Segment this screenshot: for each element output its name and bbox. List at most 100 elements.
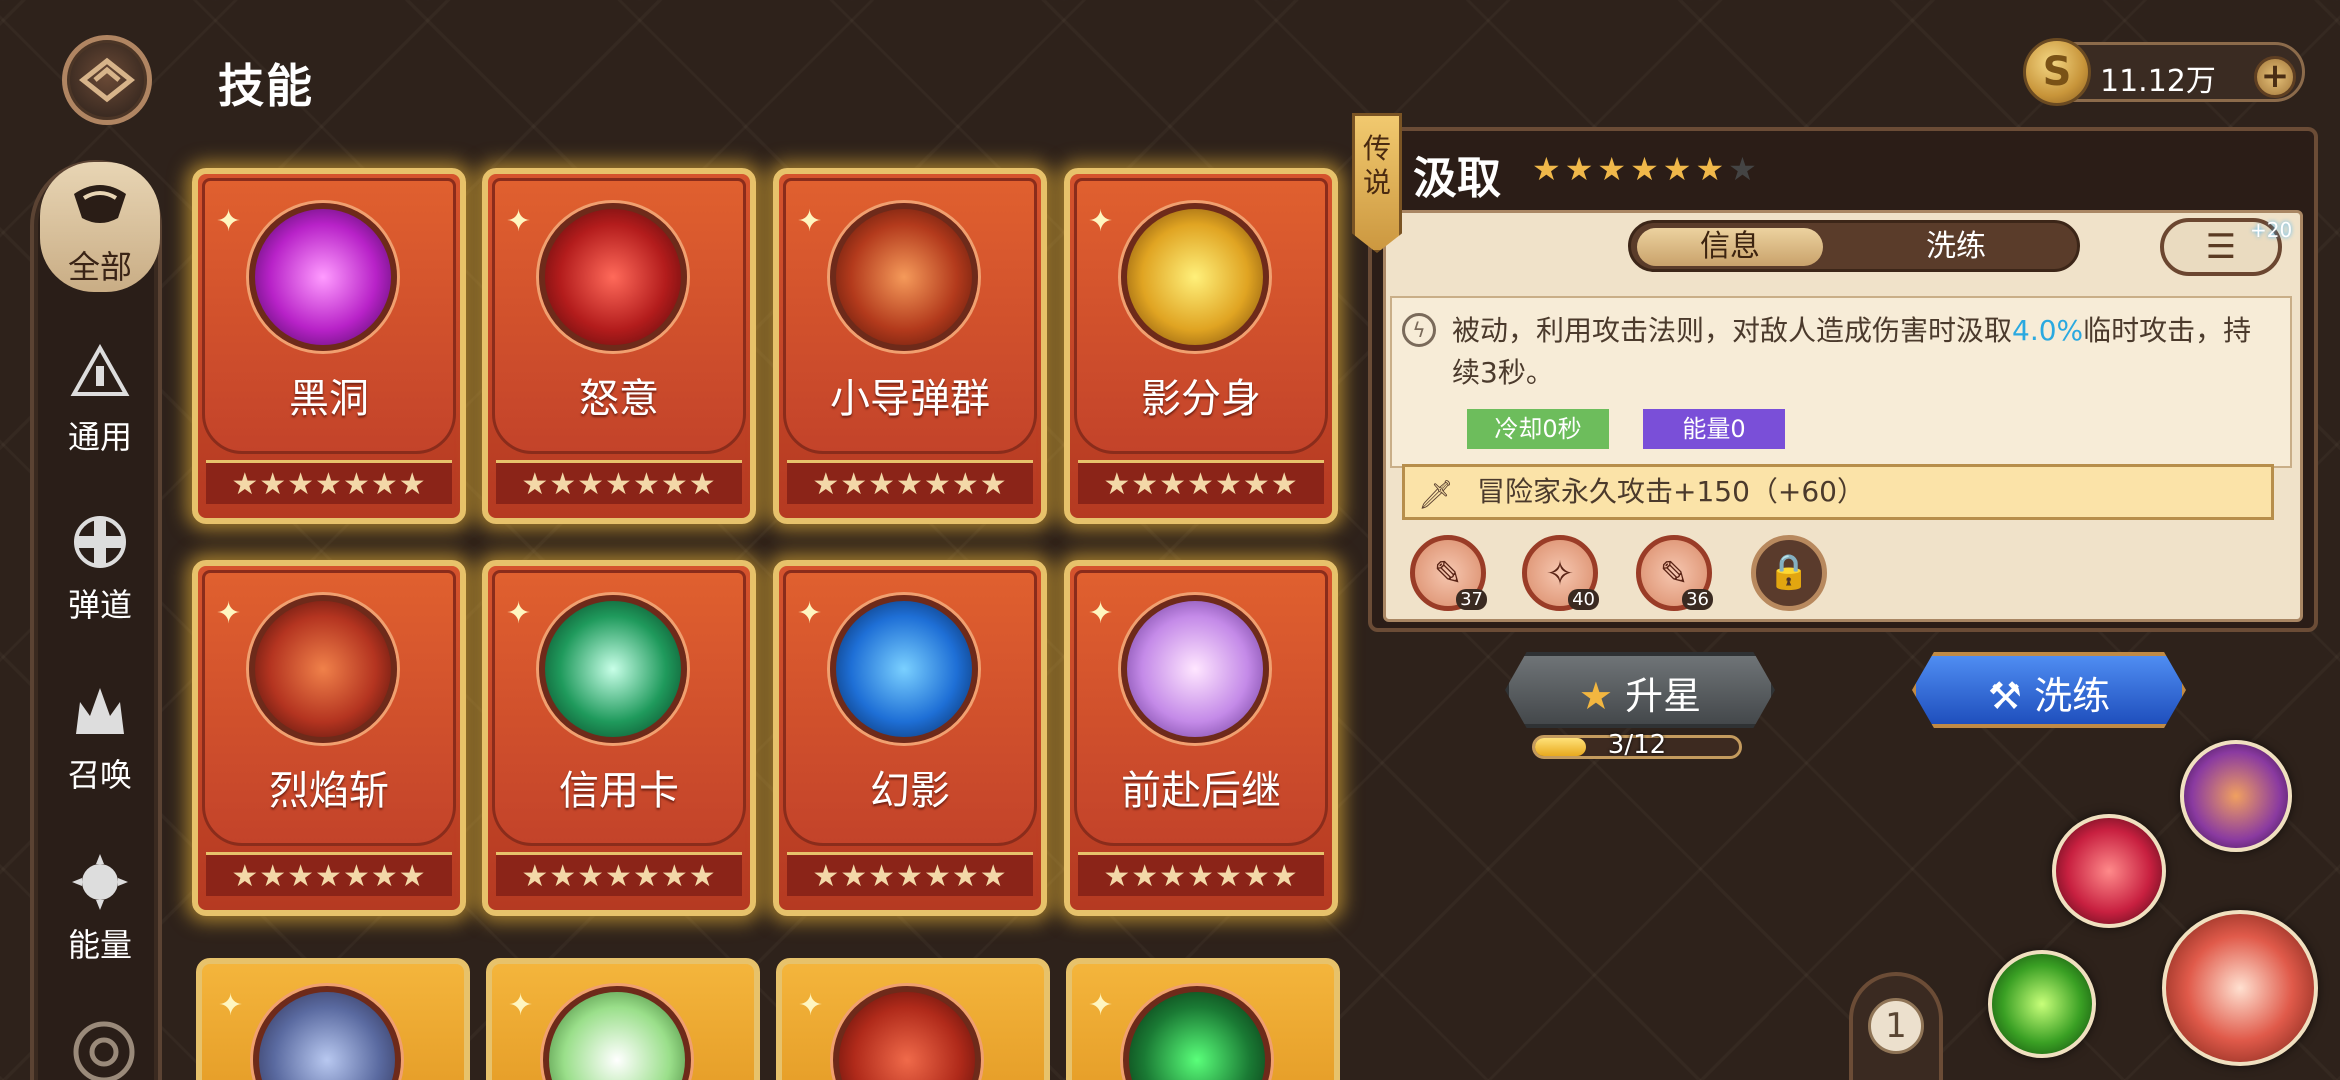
hero-skill-icon[interactable] [1988, 950, 2096, 1058]
credit-card-icon [539, 595, 687, 743]
cooldown-badge: 冷却0秒 [1467, 409, 1609, 449]
sub-skill-level: 40 [1568, 589, 1599, 610]
sparkle-icon: ✦ [797, 596, 823, 631]
sidebar-item-label: 通用 [67, 418, 132, 456]
star-icon: ★ [1578, 674, 1613, 718]
sub-skill-slot[interactable]: ✎ 36 [1636, 535, 1713, 611]
permanent-bonus: 冒险家永久攻击+150（+60） [1402, 464, 2274, 520]
tab-refine[interactable]: 洗练 [1861, 228, 2051, 266]
energy-badge: 能量0 [1643, 409, 1785, 449]
dagger-icon: ✎ [1433, 554, 1463, 594]
sidebar-item-general[interactable]: 通用 [40, 332, 160, 462]
sidebar-item-label: 全部 [67, 248, 132, 286]
skill-card-name: 影分身 [1141, 376, 1261, 422]
highlight-value: 4.0% [2012, 314, 2084, 347]
sword-icon: 🗡 [1418, 478, 1454, 511]
skill-card-shadow-clone[interactable]: ✦ 影分身 ★★★★★★★ [1064, 168, 1338, 524]
skill-card-stars: ★★★★★★★ [1078, 460, 1324, 504]
skill-card-stars: ★★★★★★★ [206, 852, 452, 896]
sparkle-icon: ✦ [798, 988, 824, 1023]
sidebar-item-label: 弹道 [67, 586, 132, 624]
skill-card-stars: ★★★★★★★ [206, 460, 452, 504]
wings-icon: ✧ [1545, 554, 1575, 594]
star-filled-icons: ★★★★★★ [1532, 150, 1729, 188]
add-currency-button[interactable]: + [2254, 56, 2296, 98]
skill-card-partial[interactable]: ✦ [776, 958, 1050, 1080]
skill-description: 被动，利用攻击法则，对敌人造成伤害时汲取4.0%临时攻击，持续3秒。 [1452, 314, 2252, 389]
sparkle-icon: ✦ [216, 204, 242, 239]
skill-card-onward[interactable]: ✦ 前赴后继 ★★★★★★★ [1064, 560, 1338, 916]
all-skills-icon [74, 185, 126, 223]
more-category-icon[interactable] [70, 1018, 138, 1080]
back-button[interactable] [62, 35, 152, 125]
lock-icon: 🔒 [1767, 552, 1811, 592]
skill-card-partial[interactable]: ✦ [196, 958, 470, 1080]
general-icon [70, 344, 130, 396]
skill-card-stars: ★★★★★★★ [1078, 852, 1324, 896]
sub-skill-level: 36 [1682, 589, 1713, 610]
sidebar-item-summon[interactable]: 召唤 [40, 670, 160, 800]
skill-card-credit-card[interactable]: ✦ 信用卡 ★★★★★★★ [482, 560, 756, 916]
skill-card-name: 幻影 [870, 768, 950, 814]
ballistic-icon [74, 516, 126, 568]
dagger-icon: ✎ [1659, 554, 1689, 594]
black-hole-icon [249, 203, 397, 351]
list-badge: +20 [2250, 218, 2293, 242]
sparkle-icon: ✦ [506, 204, 532, 239]
sidebar-item-label: 召唤 [67, 756, 132, 794]
skill-card-partial[interactable]: ✦ [1066, 958, 1340, 1080]
sidebar-item-ballistic[interactable]: 弹道 [40, 500, 160, 630]
locked-slot[interactable]: 🔒 [1751, 535, 1827, 611]
sparkle-icon: ✦ [1088, 988, 1114, 1023]
tab-info[interactable]: 信息 [1637, 228, 1823, 266]
skill-card-phantom[interactable]: ✦ 幻影 ★★★★★★★ [773, 560, 1047, 916]
detail-tab-switch: 信息 洗练 [1628, 220, 2080, 272]
page-number[interactable]: 1 [1868, 998, 1924, 1054]
sub-skill-level: 37 [1456, 589, 1487, 610]
skill-card-name: 烈焰斩 [269, 768, 389, 814]
skill-card-stars: ★★★★★★★ [787, 852, 1033, 896]
skill-card-partial[interactable]: ✦ [486, 958, 760, 1080]
spear-skill-icon[interactable] [2180, 740, 2292, 852]
sparkle-icon: ✦ [216, 596, 242, 631]
sparkle-icon: ✦ [218, 988, 244, 1023]
sub-skill-slot[interactable]: ✧ 40 [1522, 535, 1599, 611]
skill-card-rage[interactable]: ✦ 怒意 ★★★★★★★ [482, 168, 756, 524]
skill-card-stars: ★★★★★★★ [787, 460, 1033, 504]
missile-swarm-icon [830, 203, 978, 351]
sidebar-item-all[interactable]: 全部 [40, 162, 160, 292]
skill-detail-name: 汲取 [1413, 153, 1501, 204]
rarity-tag-text: 传说 [1362, 132, 1391, 199]
skill-card-name: 小导弹群 [830, 376, 990, 422]
sparkle-icon: ✦ [797, 204, 823, 239]
skill-card-missile-swarm[interactable]: ✦ 小导弹群 ★★★★★★★ [773, 168, 1047, 524]
flame-slash-icon [249, 595, 397, 743]
skill-card-flame-slash[interactable]: ✦ 烈焰斩 ★★★★★★★ [192, 560, 466, 916]
star-progress-text: 3/12 [1607, 730, 1667, 760]
coin-symbol: S [2042, 49, 2072, 95]
refine-label[interactable]: ⚒ 洗练 [1912, 665, 2186, 720]
rage-icon [539, 203, 687, 351]
sparkle-icon: ✦ [508, 988, 534, 1023]
beast-skill-icon[interactable] [2052, 814, 2166, 928]
star-empty-icon: ★ [1728, 150, 1761, 188]
skill-card-name: 前赴后继 [1121, 768, 1281, 814]
sub-skill-slot[interactable]: ✎ 37 [1410, 535, 1487, 611]
hammer-icon: ⚒ [1987, 674, 2022, 718]
sparkle-icon: ✦ [1088, 596, 1114, 631]
skill-card-black-hole[interactable]: ✦ 黑洞 ★★★★★★★ [192, 168, 466, 524]
sparkle-icon: ✦ [1088, 204, 1114, 239]
skill-card-stars: ★★★★★★★ [496, 460, 742, 504]
sparkle-icon: ✦ [506, 596, 532, 631]
page-title: 技能 [218, 59, 314, 113]
summon-icon [76, 688, 124, 734]
sidebar-item-label: 能量 [67, 926, 132, 964]
ghost-icon [1121, 595, 1269, 743]
sidebar-item-energy[interactable]: 能量 [40, 840, 160, 970]
phantom-icon [830, 595, 978, 743]
shadow-clone-icon [1121, 203, 1269, 351]
ultimate-skill-icon[interactable] [2162, 910, 2318, 1066]
upgrade-star-label[interactable]: ★ 升星 [1505, 665, 1775, 720]
energy-icon [72, 854, 128, 910]
skill-card-stars: ★★★★★★★ [496, 852, 742, 896]
